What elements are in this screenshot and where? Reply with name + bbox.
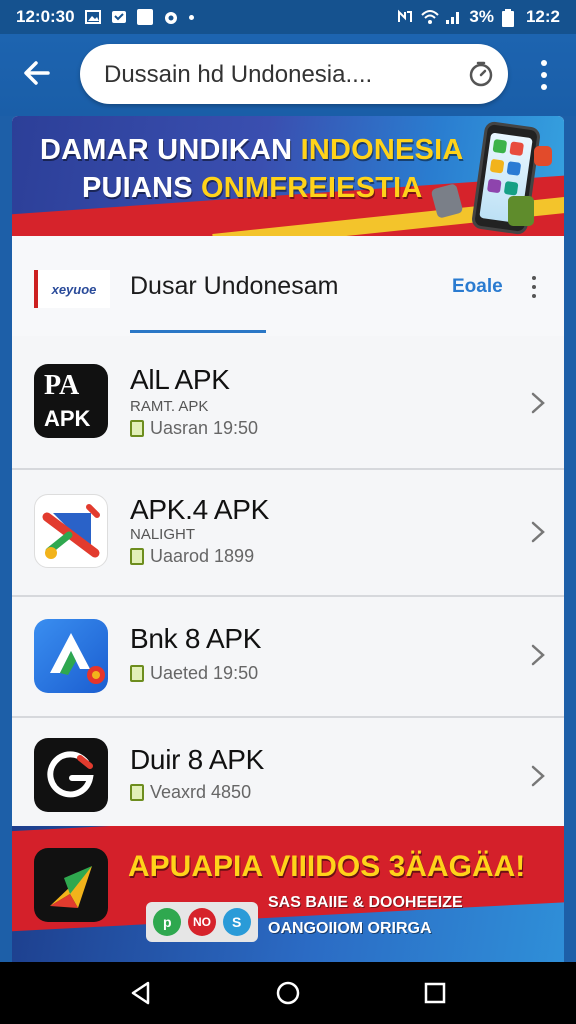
back-button[interactable] [18, 54, 56, 92]
menu-dot [532, 285, 536, 289]
hero-line1-white: DAMAR UNDIKAN [40, 134, 301, 166]
system-navigation-bar [0, 962, 576, 1024]
top-app-bar: Dussain hd Undonesia.... [0, 34, 576, 116]
status-clock-right: 12:2 [525, 7, 560, 26]
s-badge-icon: S [222, 908, 251, 936]
menu-dot [532, 276, 536, 280]
brand-logo-text: xeyuoe [51, 281, 97, 297]
menu-dot [541, 84, 547, 90]
hero-line2-gold: ONMFREIESTIA [201, 172, 423, 204]
app-meta: Uasran 19:50 [130, 418, 258, 439]
hero-line2-white: PUIANS [82, 172, 202, 204]
app-version: Uaarod 1899 [150, 546, 255, 566]
bag-illustration [508, 196, 534, 226]
chevron-right-icon [531, 521, 545, 543]
alarm-notification-icon [163, 9, 179, 25]
drive-app-icon [34, 619, 108, 693]
content-card: DAMAR UNDIKAN INDONESIA PUIANS ONMFREIES… [12, 116, 564, 962]
chevron-right-icon [531, 392, 545, 414]
apk-app-icon: PA APK [34, 364, 108, 438]
promo-title: APUAPIA VIIIDOS 3ÄAGÄA! [128, 850, 526, 883]
flag-illustration [534, 146, 552, 166]
app-version: Veaxrd 4850 [150, 782, 252, 802]
status-time: 12:0:30 [16, 7, 75, 26]
app-list-item[interactable]: Bnk 8 APK Uaeted 19:50 [12, 597, 564, 718]
section-tab-indicator [130, 330, 266, 333]
promo-banner[interactable]: APUAPIA VIIIDOS 3ÄAGÄA! p NO S SAS BAIIE… [12, 826, 564, 962]
status-bar: 12:0:30 3% 12:2 [0, 0, 576, 34]
back-triangle-icon[interactable] [128, 980, 154, 1006]
wifi-icon [421, 9, 440, 25]
app-meta: Uaeted 19:50 [130, 663, 258, 684]
recents-square-icon[interactable] [422, 980, 448, 1006]
verified-icon [130, 420, 144, 437]
timer-icon[interactable] [468, 61, 494, 87]
image-notification-icon [84, 9, 101, 25]
home-circle-icon[interactable] [275, 980, 301, 1006]
status-right: 3% 12:2 [397, 7, 560, 27]
hero-line1-gold: INDONESIA [300, 134, 464, 166]
menu-dot [541, 60, 547, 66]
status-left: 12:0:30 [16, 7, 194, 27]
app-list-item[interactable]: PA APK AlL APK RAMT. APK Uasran 19:50 [12, 336, 564, 470]
apk-logo-top: PA [44, 370, 80, 401]
p-badge-icon: p [153, 908, 182, 936]
battery-percent: 3% [469, 7, 494, 26]
g-app-icon [34, 738, 108, 812]
signal-icon [445, 9, 461, 25]
app-list-item[interactable]: APK.4 APK NALIGHT Uaarod 1899 [12, 470, 564, 597]
menu-dot [541, 72, 547, 78]
search-query-text: Dussain hd Undonesia.... [104, 61, 373, 88]
verified-icon [130, 548, 144, 565]
promo-badge-group: p NO S [146, 902, 258, 942]
search-input[interactable]: Dussain hd Undonesia.... [80, 44, 508, 104]
app-name: APK.4 APK [130, 494, 269, 525]
app-developer: NALIGHT [130, 526, 196, 543]
chevron-right-icon [531, 644, 545, 666]
brand-logo: xeyuoe [34, 270, 110, 308]
back-arrow-icon [24, 61, 50, 85]
app-developer: RAMT. APK [130, 398, 209, 415]
verified-icon [130, 784, 144, 801]
section-header: xeyuoe Dusar Undonesam Eoale [12, 236, 564, 336]
nfc-icon [397, 9, 413, 25]
hero-banner[interactable]: DAMAR UNDIKAN INDONESIA PUIANS ONMFREIES… [12, 116, 564, 236]
app-name: AlL APK [130, 364, 230, 395]
overflow-menu-button[interactable] [534, 60, 554, 90]
chevron-right-icon [531, 765, 545, 787]
more-notifications-dot [188, 14, 194, 20]
section-more-button[interactable] [530, 276, 538, 298]
app-name: Duir 8 APK [130, 744, 264, 775]
app-version: Uaeted 19:50 [150, 663, 259, 683]
app-meta: Veaxrd 4850 [130, 782, 251, 803]
app-meta: Uaarod 1899 [130, 546, 254, 567]
app-name: Bnk 8 APK [130, 623, 262, 654]
no-badge-icon: NO [187, 908, 216, 936]
section-title: Dusar Undonesam [130, 272, 339, 300]
tools-app-icon [34, 494, 108, 568]
app-list-item[interactable]: Duir 8 APK Veaxrd 4850 [12, 718, 564, 826]
promo-subtitle-line2: OANGOIIOM ORIRGA [268, 920, 432, 937]
apk-logo-bottom: APK [44, 406, 91, 431]
app-notification-icon [136, 9, 153, 25]
promo-subtitle-line1: SAS BAIIE & DOOHEEIZE [268, 894, 463, 911]
play-arrow-app-icon [34, 848, 108, 922]
section-link[interactable]: Eoale [452, 276, 503, 298]
hero-title-line1: DAMAR UNDIKAN INDONESIA [40, 134, 464, 167]
message-notification-icon [111, 9, 127, 25]
battery-icon [501, 9, 518, 27]
hero-title-line2: PUIANS ONMFREIESTIA [82, 172, 423, 205]
menu-dot [532, 294, 536, 298]
app-version: Uasran 19:50 [150, 418, 259, 438]
verified-icon [130, 665, 144, 682]
